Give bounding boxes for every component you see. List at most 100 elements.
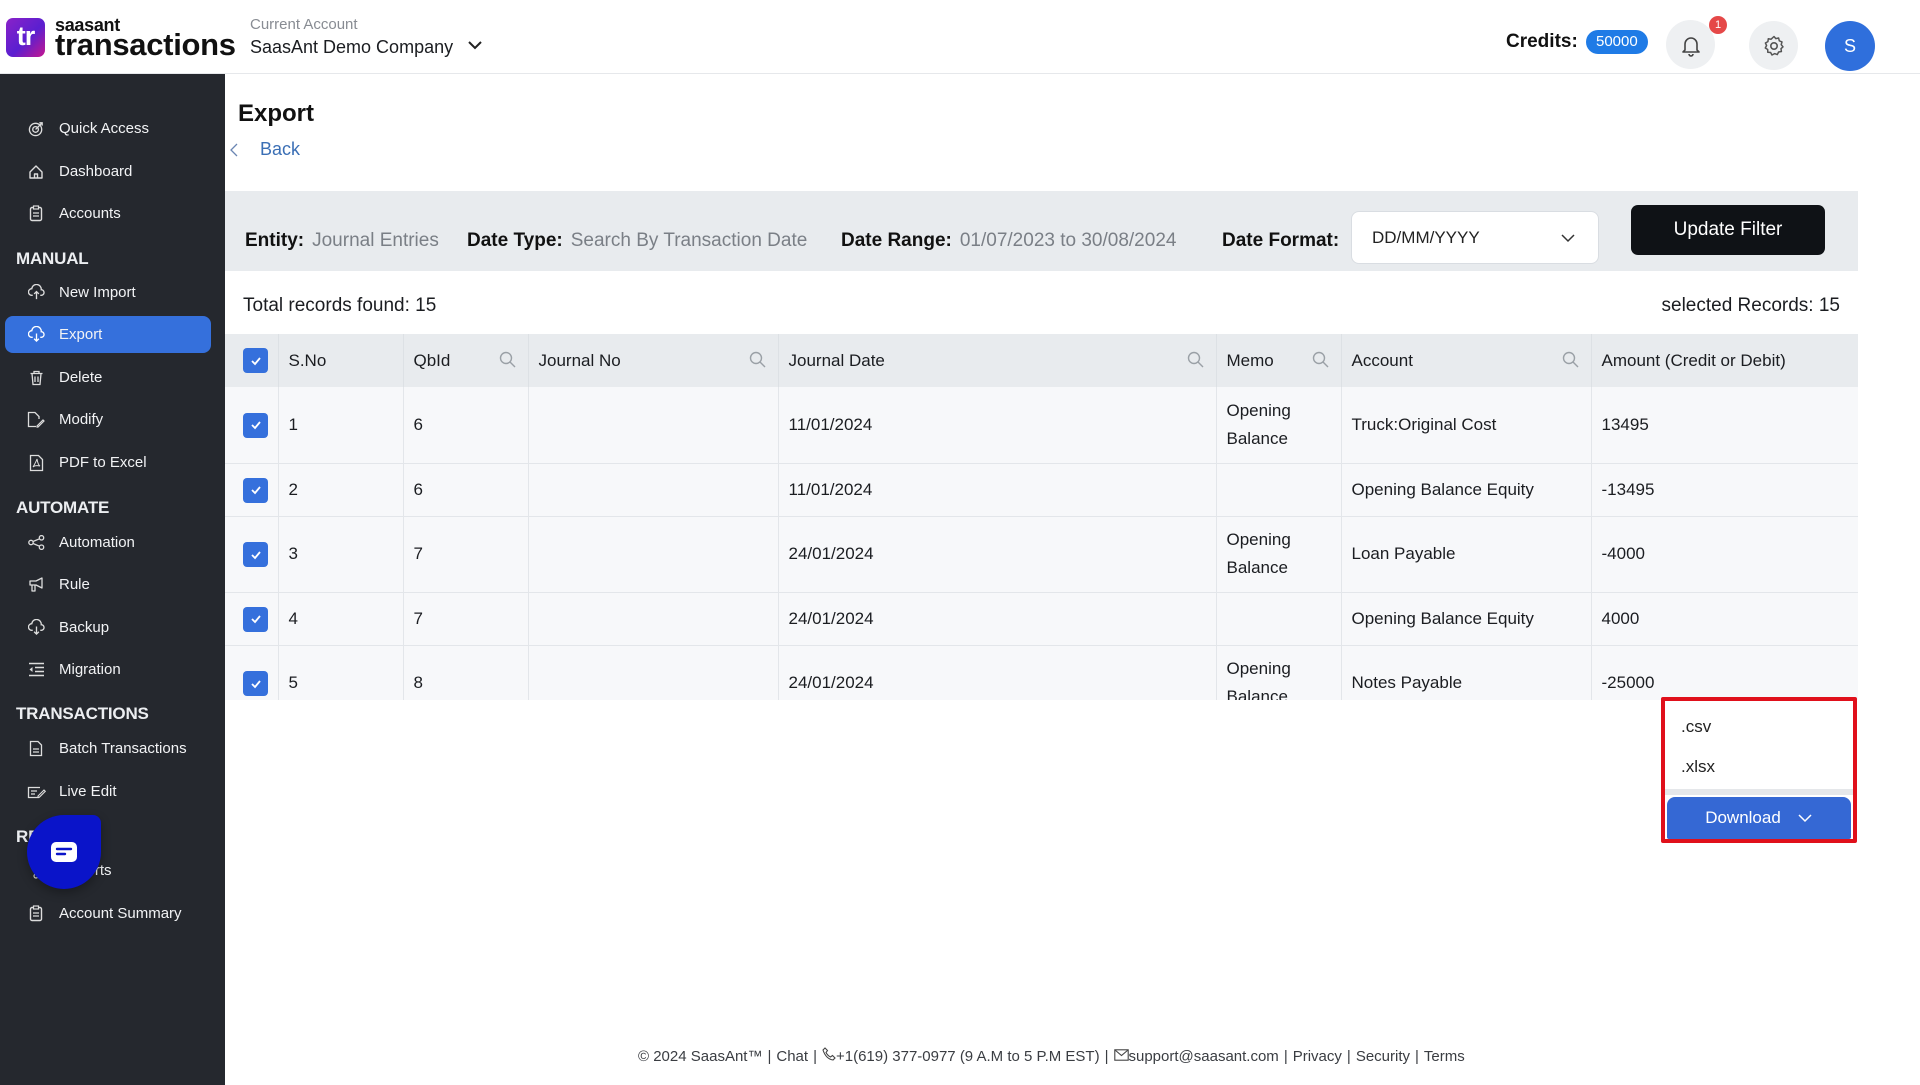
notification-badge: 1 [1709, 16, 1727, 34]
sidebar-item-pdf-to-excel[interactable]: PDF to Excel [5, 444, 211, 481]
row-checkbox[interactable] [243, 606, 268, 632]
row-checkbox[interactable] [243, 542, 268, 568]
sidebar-item-accounts[interactable]: Accounts [5, 195, 211, 232]
records-table: S.No QbId Journal No Journal Date Memo A… [225, 334, 1858, 700]
section-manual: MANUAL [16, 249, 89, 268]
search-icon[interactable] [498, 350, 518, 370]
column-label: Journal Date [788, 350, 885, 370]
check-icon [250, 679, 261, 688]
footer-terms-link[interactable]: Terms [1424, 1048, 1465, 1065]
check-icon [250, 356, 261, 365]
search-icon[interactable] [1311, 350, 1331, 370]
sidebar-item-label: Batch Transactions [59, 740, 187, 757]
date-format-value: DD/MM/YYYY [1372, 227, 1480, 247]
section-automate: AUTOMATE [16, 498, 110, 517]
cell-account: Notes Payable [1341, 645, 1592, 700]
check-icon [250, 486, 261, 495]
chevron-down-icon [1561, 234, 1575, 243]
table-row[interactable]: 3 7 24/01/2024 Opening Balance Loan Payable -… [225, 516, 1858, 593]
sidebar-item-new-import[interactable]: New Import [5, 274, 211, 311]
date-format-select[interactable]: DD/MM/YYYY [1351, 211, 1599, 264]
user-avatar[interactable]: S [1825, 21, 1875, 71]
column-label: Journal No [538, 350, 621, 370]
sidebar-item-account-summary[interactable]: Account Summary [5, 895, 211, 932]
back-label: Back [260, 139, 301, 159]
megaphone-icon [25, 576, 47, 594]
sidebar-item-rule[interactable]: Rule [5, 566, 211, 603]
sidebar-item-quick-access[interactable]: Quick Access [5, 110, 211, 147]
indent-list-icon [25, 661, 47, 679]
cell-amount: -13495 [1591, 463, 1858, 517]
search-icon[interactable] [748, 350, 768, 370]
table-row[interactable]: 1 6 11/01/2024 Opening Balance Truck:Origina… [225, 387, 1858, 464]
account-selector[interactable]: SaasAnt Demo Company [250, 37, 453, 58]
column-header-journal-no: Journal No [528, 334, 779, 387]
sidebar-item-batch-transactions[interactable]: Batch Transactions [5, 730, 211, 767]
column-header-account: Account [1341, 334, 1592, 387]
back-link[interactable]: Back [228, 139, 300, 160]
column-header-qbid: QbId [403, 334, 529, 387]
row-checkbox[interactable] [243, 671, 268, 697]
column-label: S.No [288, 350, 327, 370]
cell-sno: 2 [278, 463, 404, 517]
sidebar-item-label: New Import [59, 284, 136, 301]
cell-journal-no [528, 387, 779, 464]
app-logo[interactable]: tr [6, 18, 45, 57]
column-header-amount: Amount (Credit or Debit) [1591, 334, 1858, 387]
footer-security-link[interactable]: Security [1356, 1048, 1410, 1065]
sidebar-item-dashboard[interactable]: Dashboard [5, 153, 211, 190]
notifications-button[interactable] [1666, 20, 1715, 69]
download-dropdown: .csv .xlsx Download [1661, 697, 1857, 843]
select-all-checkbox[interactable] [243, 348, 268, 373]
cell-journal-date: 24/01/2024 [778, 645, 1217, 700]
sidebar-item-automation[interactable]: Automation [5, 524, 211, 561]
column-header-sno: S.No [278, 334, 404, 387]
sidebar-item-export[interactable]: Export [5, 316, 211, 353]
search-icon[interactable] [1561, 350, 1581, 370]
sidebar-item-live-edit[interactable]: Live Edit [5, 773, 211, 810]
cell-memo: Opening Balance [1216, 387, 1342, 464]
download-option-csv[interactable]: .csv [1681, 717, 1711, 737]
row-checkbox[interactable] [243, 412, 268, 438]
table-row[interactable]: 4 7 24/01/2024 Opening Balance Equity 4000 [225, 592, 1858, 646]
search-icon[interactable] [1186, 350, 1206, 370]
footer-phone[interactable]: +1(619) 377-0977 (9 A.M to 5 P.M EST) [836, 1048, 1100, 1065]
chevron-down-icon [1798, 814, 1812, 823]
document-icon [25, 740, 47, 758]
download-option-xlsx[interactable]: .xlsx [1681, 757, 1715, 777]
footer-chat-link[interactable]: Chat [776, 1048, 808, 1065]
entity-value: Journal Entries [312, 230, 439, 251]
row-checkbox[interactable] [243, 477, 268, 503]
sidebar-item-backup[interactable]: Backup [5, 609, 211, 646]
settings-button[interactable] [1749, 21, 1798, 70]
cell-account: Opening Balance Equity [1341, 592, 1592, 646]
cell-amount: 13495 [1591, 387, 1858, 464]
cell-qbid: 8 [403, 645, 529, 700]
sidebar-item-label: Quick Access [59, 120, 150, 137]
cell-journal-date: 11/01/2024 [778, 463, 1217, 517]
column-label: Memo [1226, 350, 1274, 370]
chevron-down-icon[interactable] [466, 36, 484, 54]
table-row[interactable]: 5 8 24/01/2024 Opening Balance Notes Payable… [225, 645, 1858, 700]
sidebar-item-label: Account Summary [59, 905, 182, 922]
sidebar-item-label: Dashboard [59, 163, 133, 180]
column-header-memo: Memo [1216, 334, 1342, 387]
cell-memo: Opening Balance [1216, 516, 1342, 593]
footer-privacy-link[interactable]: Privacy [1293, 1048, 1342, 1065]
table-row[interactable]: 2 6 11/01/2024 Opening Balance Equity -13495 [225, 463, 1858, 517]
trash-icon [25, 369, 47, 387]
sidebar-item-modify[interactable]: Modify [5, 401, 211, 438]
sidebar-item-migration[interactable]: Migration [5, 651, 211, 688]
chat-widget-button[interactable] [27, 815, 101, 889]
date-format-label: Date Format: [1222, 230, 1340, 251]
select-all-cell [225, 334, 279, 387]
footer-email[interactable]: support@saasant.com [1129, 1048, 1279, 1065]
cell-journal-no [528, 592, 779, 646]
brand-name: transactions [55, 27, 236, 62]
filter-date-type: Date Type: Search By Transaction Date [467, 230, 807, 252]
sidebar-item-label: Delete [59, 369, 103, 386]
clipboard-icon [25, 205, 47, 223]
sidebar-item-delete[interactable]: Delete [5, 359, 211, 396]
download-button[interactable]: Download [1667, 797, 1851, 839]
update-filter-button[interactable]: Update Filter [1631, 205, 1825, 255]
